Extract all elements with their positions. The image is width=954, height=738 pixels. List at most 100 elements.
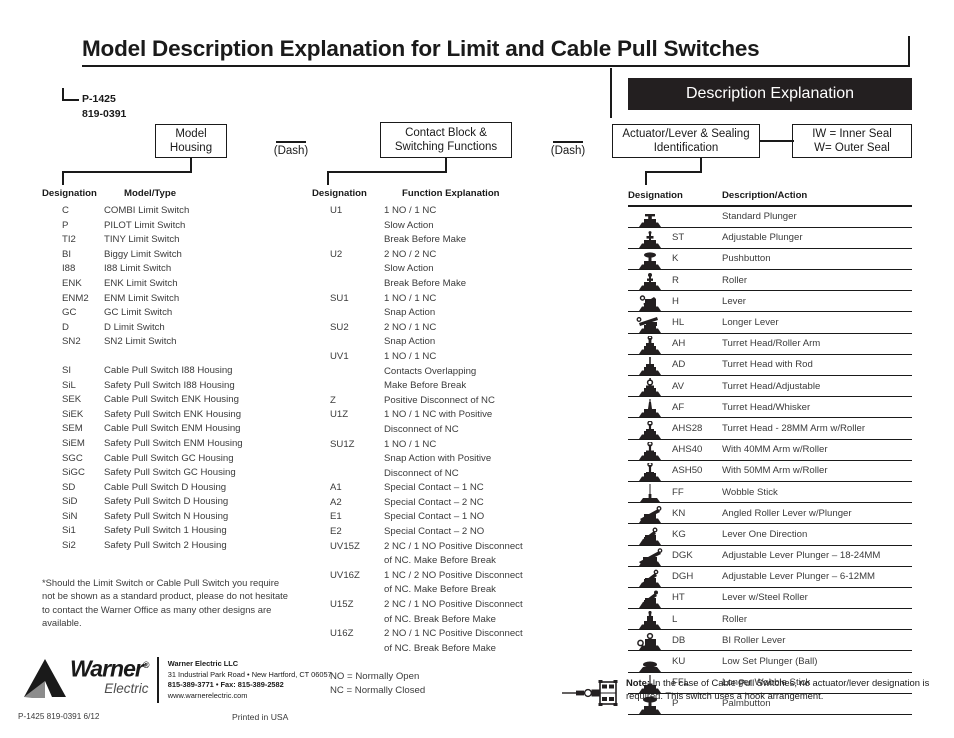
flow-box-seal: IW = Inner Seal W= Outer Seal (792, 124, 912, 158)
company-website[interactable]: www.warnerelectric.com (168, 691, 332, 702)
row-designation: I88 (62, 263, 76, 275)
row-designation (312, 423, 384, 438)
actuator-description: Lever (722, 295, 746, 307)
title-end-tick (908, 36, 910, 67)
actuator-table-row: HL Longer Lever (628, 312, 912, 334)
row-value: Snap Action (384, 336, 436, 348)
row-value: Special Contact – 1 NC (384, 482, 484, 494)
table-row: Slow Action (312, 219, 602, 234)
table-row: of NC. Break Before Make (312, 613, 602, 628)
company-phone: 815-389-3771 • Fax: 815-389-2582 (167, 680, 284, 690)
contact-block-legend: NO = Normally Open NC = Normally Closed (312, 670, 602, 697)
longer-lever-icon (628, 312, 672, 333)
part-number-1: P-1425 (82, 93, 116, 105)
turret-head-adjustable-icon (628, 376, 672, 397)
row-value: 2 NC / 1 NO Positive Disconnect (384, 540, 523, 552)
row-designation: SD (62, 481, 76, 493)
row-designation (312, 219, 384, 234)
row-value: Cable Pull Switch D Housing (104, 481, 227, 493)
row-designation: SEM (62, 423, 83, 435)
table-row: SiGC Safety Pull Switch GC Housing (42, 466, 312, 481)
note-label: Note: (626, 677, 650, 688)
turret-head-40mm-icon (628, 440, 672, 460)
low-set-plunger-ball-icon (628, 651, 672, 672)
contact-block-rows: U1 1 NO / 1 NC Slow Action Break Before Mak… (312, 204, 602, 656)
row-designation: A1 (330, 482, 342, 494)
actuator-description: Wobble Stick (722, 486, 778, 498)
table-row: Slow Action (312, 262, 602, 277)
row-designation: E1 (330, 511, 342, 523)
actuator-table-row: DGK Adjustable Lever Plunger – 18-24MM (628, 546, 912, 567)
row-value: Safety Pull Switch D Housing (104, 496, 229, 508)
row-value: Snap Action (384, 307, 436, 319)
table-row: Disconnect of NC (312, 423, 602, 438)
table-row: SiD Safety Pull Switch D Housing (42, 495, 312, 510)
row-value: Special Contact – 2 NC (384, 496, 484, 508)
dash-bar-1 (276, 141, 306, 144)
row-designation: SGC (62, 452, 83, 464)
logo-divider (157, 657, 159, 703)
row-designation (312, 306, 384, 321)
row-designation: U15Z (330, 599, 354, 611)
actuator-description: Lever w/Steel Roller (722, 592, 808, 604)
table-row: Si1 Safety Pull Switch 1 Housing (42, 524, 312, 539)
actuator-description: Longer Lever (722, 317, 779, 329)
contact-block-table: Designation Function Explanation U1 1 NO … (312, 188, 602, 698)
row-value: ENM Limit Switch (104, 292, 180, 304)
actuator-description: With 50MM Arm w/Roller (722, 465, 828, 477)
actuator-table-row: ASH50 With 50MM Arm w/Roller (628, 461, 912, 482)
row-value: Safety Pull Switch 2 Housing (104, 540, 227, 552)
table-row: SI Cable Pull Switch I88 Housing (42, 364, 312, 379)
company-address-block: Warner Electric LLC 31 Industrial Park R… (168, 655, 332, 701)
company-address: 31 Industrial Park Road • New Hartford, … (167, 669, 332, 679)
table-row: U1Z 1 NO / 1 NC with Positive (312, 408, 602, 423)
warner-chevron-icon (22, 655, 68, 706)
connector-model-down (62, 171, 64, 186)
actuator-table-row: AH Turret Head/Roller Arm (628, 334, 912, 355)
actuator-description: BI Roller Lever (722, 634, 786, 646)
flow-box-contact-block: Contact Block & Switching Functions (380, 122, 512, 158)
row-designation: Si2 (62, 540, 76, 552)
row-designation (312, 379, 384, 394)
actuator-designation: AF (672, 401, 685, 413)
table-row: SiEM Safety Pull Switch ENM Housing (42, 437, 312, 452)
table-row: of NC. Make Before Break (312, 554, 602, 569)
actuator-table-row: AD Turret Head with Rod (628, 355, 912, 376)
title-underline (82, 65, 909, 67)
flow-box-seal-line1: IW = Inner Seal (812, 128, 892, 140)
table-row: of NC. Make Before Break (312, 583, 602, 598)
actuator-rows: Standard Plunger ST Adjustable Plunger K Pus… (628, 207, 912, 715)
turret-head-whisker-icon (628, 397, 672, 418)
connector-contact-down (327, 171, 329, 186)
company-name: Warner Electric LLC (167, 659, 239, 668)
row-designation: SiGC (62, 467, 85, 479)
actuator-table-row: DB BI Roller Lever (628, 630, 912, 652)
actuator-designation: AHS40 (672, 444, 703, 456)
row-value: GC Limit Switch (104, 307, 173, 319)
row-value: of NC. Make Before Break (384, 584, 496, 596)
pushbutton-icon (628, 249, 672, 270)
row-value: D Limit Switch (104, 321, 165, 333)
row-value: 1 NO / 1 NC (384, 350, 437, 362)
actuator-description: Roller (722, 274, 748, 286)
connector-actuator-horiz (645, 171, 702, 173)
row-designation (312, 554, 384, 569)
actuator-designation: AHS28 (672, 422, 703, 434)
actuator-designation: HL (672, 317, 685, 329)
logo-sub: Electric (104, 680, 149, 696)
model-housing-header-type: Model/Type (124, 188, 177, 199)
connector-model-horiz (62, 171, 192, 173)
row-value: Safety Pull Switch I88 Housing (104, 379, 235, 391)
row-value: 1 NC / 2 NO Positive Disconnect (384, 569, 523, 581)
row-designation: Z (330, 394, 336, 406)
actuator-designation: HT (672, 592, 685, 604)
row-value: Contacts Overlapping (384, 365, 477, 377)
row-value: Slow Action (384, 263, 434, 275)
table-row: U15Z 2 NC / 1 NO Positive Disconnect (312, 598, 602, 613)
flow-box-model-housing-line2: Housing (169, 142, 213, 154)
banner-left-tick (610, 68, 612, 118)
table-row: C COMBI Limit Switch (42, 204, 312, 219)
actuator-designation: FF (672, 486, 684, 498)
row-value: Safety Pull Switch N Housing (104, 510, 229, 522)
actuator-table-row: KU Low Set Plunger (Ball) (628, 651, 912, 673)
